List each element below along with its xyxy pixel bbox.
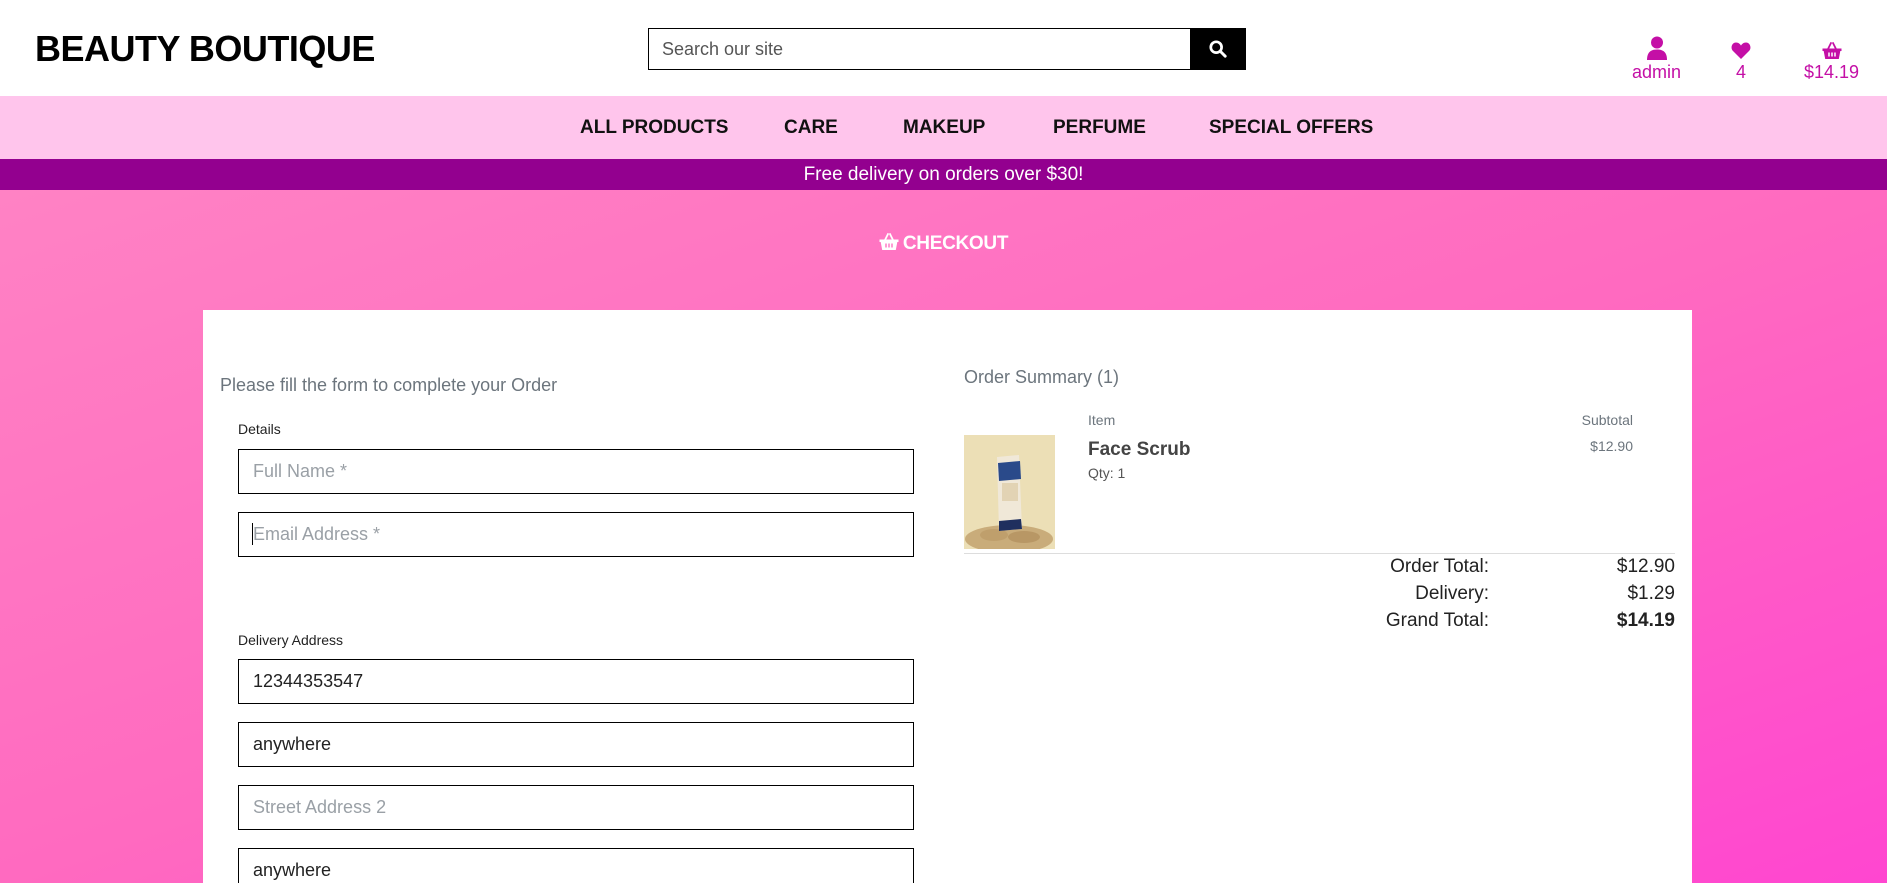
page-title-text: CHECKOUT (902, 233, 1009, 254)
site-logo[interactable]: BEAUTY BOUTIQUE (35, 28, 375, 70)
checkout-card: Please fill the form to complete your Or… (203, 310, 1692, 883)
promo-banner: Free delivery on orders over $30! (0, 159, 1887, 190)
site-header: BEAUTY BOUTIQUE admin 4 (0, 0, 1887, 96)
search-form (648, 28, 1246, 70)
nav-item-care[interactable]: CARE (784, 117, 838, 139)
grand-total-value: $14.19 (1616, 610, 1675, 631)
main-nav: ALL PRODUCTS CARE MAKEUP PERFUME SPECIAL… (0, 96, 1887, 159)
order-summary-title: Order Summary (1) (964, 367, 1120, 387)
basket-icon (1822, 42, 1842, 59)
email-field[interactable] (238, 512, 914, 557)
search-input[interactable] (648, 28, 1190, 70)
page-title: CHECKOUT (0, 233, 1887, 255)
details-legend: Details (238, 421, 281, 437)
item-column-header: Item (1088, 412, 1116, 428)
order-total-label: Order Total: (1390, 556, 1489, 577)
grand-total-label: Grand Total: (1385, 610, 1489, 631)
full-name-field[interactable] (238, 449, 914, 494)
street-address-1-field[interactable] (238, 722, 914, 767)
form-intro: Please fill the form to complete your Or… (220, 375, 558, 395)
search-icon (1209, 40, 1227, 58)
text-cursor (252, 523, 253, 545)
nav-item-makeup[interactable]: MAKEUP (903, 117, 985, 139)
delivery-value: $1.29 (1627, 583, 1675, 604)
summary-divider (964, 553, 1675, 554)
nav-item-perfume[interactable]: PERFUME (1053, 117, 1146, 139)
order-total-value: $12.90 (1616, 556, 1675, 577)
nav-item-special-offers[interactable]: SPECIAL OFFERS (1209, 117, 1373, 139)
cart-total: $14.19 (1804, 62, 1860, 82)
item-quantity: Qty: 1 (1088, 465, 1126, 481)
subtotal-column-header: Subtotal (1581, 412, 1633, 428)
face-scrub-product-image (964, 435, 1055, 549)
delivery-label: Delivery: (1415, 583, 1489, 604)
item-subtotal: $12.90 (1590, 438, 1633, 454)
street-address-2-field[interactable] (238, 785, 914, 830)
nav-item-all-products[interactable]: ALL PRODUCTS (580, 117, 728, 139)
delivery-address-legend: Delivery Address (238, 632, 344, 648)
cart-link[interactable]: $14.19 (1804, 30, 1859, 83)
search-button[interactable] (1190, 28, 1246, 70)
product-image[interactable] (964, 435, 1055, 549)
account-label: admin (1632, 62, 1682, 82)
town-city-field[interactable] (238, 848, 914, 883)
item-name[interactable]: Face Scrub (1088, 439, 1190, 461)
wishlist-count: 4 (1735, 62, 1746, 82)
user-icon (1646, 36, 1667, 60)
basket-icon (879, 233, 899, 250)
phone-number-field[interactable] (238, 659, 914, 704)
heart-icon (1731, 42, 1751, 59)
checkout-page: CHECKOUT Please fill the form to complet… (0, 190, 1887, 883)
account-link[interactable]: admin (1632, 30, 1681, 83)
wishlist-link[interactable]: 4 (1731, 30, 1751, 83)
